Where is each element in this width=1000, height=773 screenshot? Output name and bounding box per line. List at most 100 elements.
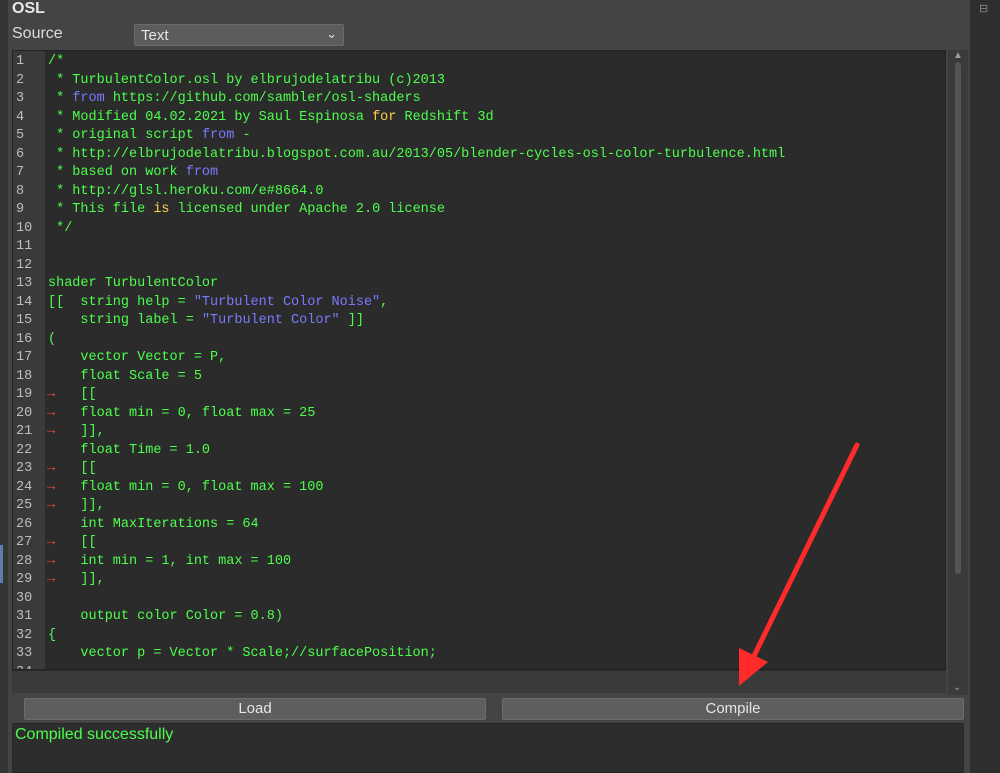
code-keyword: is [153,202,170,217]
code-line: 21 → ]], [13,423,945,442]
line-number: 8 [16,183,25,199]
code-segment: * http://elbrujodelatribu.blogspot.com.a… [48,146,786,162]
code-line: 5 * original script from - [13,127,945,146]
code-string: from [72,91,105,106]
scroll-down-icon[interactable]: ⌄ [953,682,961,693]
code-line: 23 → [[ [13,460,945,479]
code-segment: ]], [48,498,105,513]
line-number: 20 [16,405,33,421]
code-segment: ( [48,331,57,347]
code-segment: vector p = Vector * Scale;//surfacePosit… [48,646,437,661]
code-line: 25 → ]], [13,497,945,516]
source-select[interactable]: Text ⌄ [134,24,344,46]
scroll-up-icon[interactable]: ▲ [953,50,963,61]
code-segment: , [380,294,389,310]
line-number: 30 [16,590,33,606]
code-text: [[ [48,534,97,553]
code-text: ]], [48,423,105,442]
code-segment: float min = 0, float max = 25 [48,405,316,421]
panel-title: OSL [12,0,45,17]
code-text: * original script from - [48,127,250,146]
line-number: 28 [16,553,33,569]
code-line: 1 /* [13,53,945,72]
code-keyword: for [372,109,397,125]
compile-button[interactable]: Compile [502,698,964,720]
code-segment: float min = 0, float max = 100 [48,479,324,495]
code-line: 10 */ [13,220,945,239]
code-text: * from https://github.com/sambler/osl-sh… [48,90,421,109]
line-number: 22 [16,442,33,458]
code-segment: [[ [48,461,97,476]
code-segment: */ [48,220,73,236]
line-number: 29 [16,572,33,587]
left-edge-marker [0,545,3,583]
code-segment: * original script [48,128,202,143]
line-number: 5 [16,128,25,143]
line-number: 32 [16,627,33,643]
code-editor[interactable]: 1 /* 2 * TurbulentColor.osl by elbrujodela… [12,50,946,670]
code-segment: output color Color = 0.8) [48,609,283,624]
code-text: * http://glsl.heroku.com/e#8664.0 [48,183,323,202]
dock-icon[interactable]: ⊟ [979,2,988,15]
code-line: 15 string label = "Turbulent Color" ]] [13,312,945,331]
code-line: 17 vector Vector = P, [13,349,945,368]
scrollbar-thumb[interactable] [955,62,961,574]
code-segment: int MaxIterations = 64 [48,516,259,532]
code-text: int MaxIterations = 64 [48,516,259,535]
code-line: 16 ( [13,331,945,350]
source-label: Source [12,25,63,42]
code-segment: Redshift 3d [396,109,494,125]
code-line: 24 → float min = 0, float max = 100 [13,479,945,498]
code-segment: https://github.com/sambler/osl-shaders [104,91,421,106]
code-text: vector Vector = P, [48,349,226,368]
code-segment: { [48,627,57,643]
code-line: 29 → ]], [13,571,945,590]
horizontal-scrollbar[interactable] [12,670,946,693]
line-number: 15 [16,313,33,328]
code-line: 31 output color Color = 0.8) [13,608,945,627]
line-number: 27 [16,535,33,550]
code-line: 2 * TurbulentColor.osl by elbrujodelatri… [13,72,945,91]
code-line: 19 → [[ [13,386,945,405]
load-button[interactable]: Load [24,698,486,720]
code-segment: string label = [48,313,202,328]
code-line: 6 * http://elbrujodelatribu.blogspot.com… [13,146,945,165]
line-number: 3 [16,91,25,106]
code-segment: [[ [48,535,97,550]
code-text: [[ [48,386,96,405]
line-number: 17 [16,350,33,365]
source-select-value: Text [141,27,169,44]
line-number: 21 [16,424,33,439]
code-text: { [48,627,56,646]
code-text: */ [48,220,72,239]
code-text: * This file is licensed under Apache 2.0… [48,201,445,220]
code-text: float Time = 1.0 [48,442,210,461]
line-number: 4 [16,109,25,125]
line-number: 16 [16,331,33,347]
line-number: 24 [16,479,33,495]
code-line: 20 → float min = 0, float max = 25 [13,405,945,424]
vertical-scrollbar[interactable]: ▲ ⌄ [948,50,968,695]
code-text: * Modified 04.02.2021 by Saul Espinosa f… [48,109,494,128]
code-segment: vector Vector = P, [48,350,227,365]
code-segment: * TurbulentColor.osl by elbrujodelatribu… [48,72,445,88]
code-line: 27 → [[ [13,534,945,553]
status-message: Compiled successfully [15,726,174,743]
code-line: 11 [13,238,945,257]
code-segment: int min = 1, int max = 100 [48,553,292,569]
code-string: "Turbulent Color Noise" [193,294,381,310]
code-text: float Scale = 5 [48,368,202,387]
code-text: output color Color = 0.8) [48,608,283,627]
code-segment: /* [48,54,65,69]
code-text: * http://elbrujodelatribu.blogspot.com.a… [48,146,785,165]
line-number: 1 [16,54,25,69]
code-text: [[ [48,460,97,479]
right-edge-strip: ⊟ [970,0,1000,773]
code-line: 26 int MaxIterations = 64 [13,516,945,535]
code-line: 13 shader TurbulentColor [13,275,945,294]
code-string: from [201,128,235,143]
code-line: 22 float Time = 1.0 [13,442,945,461]
code-segment: ]], [48,424,105,439]
line-number: 11 [16,239,33,254]
line-number: 14 [16,294,33,310]
